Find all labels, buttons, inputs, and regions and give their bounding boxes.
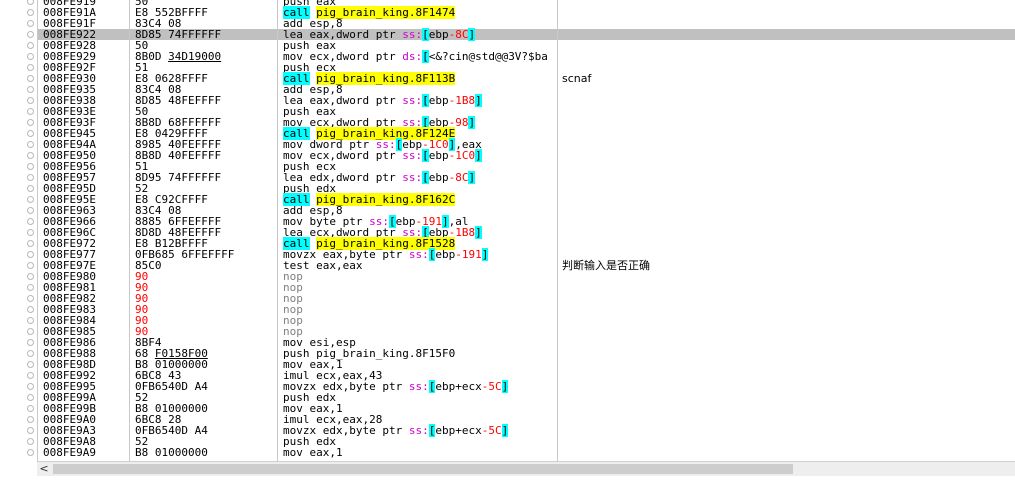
breakpoint-dot-icon[interactable]	[27, 141, 34, 148]
breakpoint-dot-icon[interactable]	[27, 229, 34, 236]
breakpoint-dot-icon[interactable]	[27, 262, 34, 269]
breakpoint-dot-icon[interactable]	[27, 251, 34, 258]
breakpoint-dot-icon[interactable]	[27, 416, 34, 423]
breakpoint-dot-icon[interactable]	[27, 207, 34, 214]
scrollbar-thumb[interactable]	[53, 464, 793, 474]
breakpoint-dot-icon[interactable]	[27, 218, 34, 225]
disassembly-row[interactable]: 008FE982 90 nop	[38, 293, 1015, 304]
comment-cell[interactable]: 判断输入是否正确	[562, 260, 650, 271]
disassembly-row[interactable]: 008FE922 8D85 74FFFFFF lea eax,dword ptr s…	[38, 28, 1015, 41]
disassembly-row[interactable]: 008FE99B B8 01000000 mov eax,1	[38, 403, 1015, 414]
disassembly-row[interactable]: 008FE977 0FB685 6FFEFFFF movzx eax,byte pt…	[38, 248, 1015, 261]
disassembly-listing[interactable]: 008FE919 50 push eax 008FE91A E8 552BFFFF cal…	[38, 0, 1015, 461]
breakpoint-dot-icon[interactable]	[27, 394, 34, 401]
breakpoint-dot-icon[interactable]	[27, 361, 34, 368]
disassembly-row[interactable]: 008FE995 0FB6540D A4 movzx edx,byte ptr ss…	[38, 380, 1015, 393]
scroll-left-arrow-icon[interactable]: <	[37, 462, 51, 476]
breakpoint-dot-icon[interactable]	[27, 86, 34, 93]
breakpoint-dot-icon[interactable]	[27, 284, 34, 291]
breakpoint-dot-icon[interactable]	[27, 383, 34, 390]
breakpoint-dot-icon[interactable]	[27, 339, 34, 346]
breakpoint-dot-icon[interactable]	[27, 273, 34, 280]
breakpoint-dot-icon[interactable]	[27, 328, 34, 335]
disassembly-row[interactable]: 008FE9A9 B8 01000000 mov eax,1	[38, 447, 1015, 458]
horizontal-scrollbar[interactable]: <	[37, 461, 1015, 476]
breakpoint-dot-icon[interactable]	[27, 185, 34, 192]
column-separator[interactable]	[557, 0, 558, 461]
disassembly-row[interactable]: 008FE930 E8 0628FFFF call pig_brain_king.8…	[38, 72, 1015, 85]
column-separator[interactable]	[277, 0, 278, 461]
breakpoint-dot-icon[interactable]	[27, 427, 34, 434]
breakpoint-dot-icon[interactable]	[27, 108, 34, 115]
breakpoint-dot-icon[interactable]	[27, 306, 34, 313]
breakpoint-dot-icon[interactable]	[27, 97, 34, 104]
breakpoint-dot-icon[interactable]	[27, 295, 34, 302]
breakpoint-dot-icon[interactable]	[27, 449, 34, 456]
disassembly-row[interactable]: 008FE91A E8 552BFFFF call pig_brain_king.8…	[38, 6, 1015, 19]
disassembly-row[interactable]: 008FE9A3 0FB6540D A4 movzx edx,byte ptr ss…	[38, 424, 1015, 437]
status-strip	[0, 476, 1015, 485]
breakpoint-dot-icon[interactable]	[27, 174, 34, 181]
breakpoint-dot-icon[interactable]	[27, 196, 34, 203]
disassembly-row[interactable]: 008FE950 8B8D 40FEFFFF mov ecx,dword ptr s…	[38, 149, 1015, 162]
breakpoint-dot-icon[interactable]	[27, 163, 34, 170]
breakpoint-dot-icon[interactable]	[27, 405, 34, 412]
breakpoint-dot-icon[interactable]	[27, 130, 34, 137]
breakpoint-dot-icon[interactable]	[27, 317, 34, 324]
disassembly-row[interactable]: 008FE938 8D85 48FEFFFF lea eax,dword ptr s…	[38, 94, 1015, 107]
disassembly-row[interactable]: 008FE980 90 nop	[38, 271, 1015, 282]
disassembly-row[interactable]: 008FE929 8B0D 34D19000 mov ecx,dword ptr d…	[38, 50, 1015, 63]
breakpoint-dot-icon[interactable]	[27, 438, 34, 445]
breakpoint-dot-icon[interactable]	[27, 240, 34, 247]
breakpoint-dot-icon[interactable]	[27, 0, 34, 5]
breakpoint-dot-icon[interactable]	[27, 20, 34, 27]
breakpoint-dot-icon[interactable]	[27, 31, 34, 38]
breakpoint-dot-icon[interactable]	[27, 64, 34, 71]
disassembly-row[interactable]: 008FE95E E8 C92CFFFF call pig_brain_king.8…	[38, 193, 1015, 206]
breakpoint-dot-icon[interactable]	[27, 75, 34, 82]
breakpoint-dot-icon[interactable]	[27, 119, 34, 126]
breakpoint-gutter[interactable]	[0, 0, 38, 461]
breakpoint-dot-icon[interactable]	[27, 350, 34, 357]
breakpoint-dot-icon[interactable]	[27, 372, 34, 379]
disassembly-row[interactable]: 008FE985 90 nop	[38, 326, 1015, 337]
breakpoint-dot-icon[interactable]	[27, 9, 34, 16]
disassembly-row[interactable]: 008FE983 90 nop	[38, 304, 1015, 315]
column-separator[interactable]	[129, 0, 130, 461]
instruction-cell[interactable]: mov eax,1	[283, 447, 343, 458]
breakpoint-dot-icon[interactable]	[27, 53, 34, 60]
comment-cell[interactable]: scnaf	[562, 73, 591, 84]
bytes-cell[interactable]: B8 01000000	[135, 447, 208, 458]
breakpoint-dot-icon[interactable]	[27, 152, 34, 159]
disassembly-row[interactable]: 008FE984 90 nop	[38, 315, 1015, 326]
breakpoint-dot-icon[interactable]	[27, 42, 34, 49]
disassembly-row[interactable]: 008FE97E 85C0 test eax,eax 判断输入是否正确	[38, 260, 1015, 271]
disassembly-row[interactable]: 008FE981 90 nop	[38, 282, 1015, 293]
disassembly-row[interactable]: 008FE957 8D95 74FFFFFF lea edx,dword ptr s…	[38, 171, 1015, 184]
disassembly-row[interactable]: 008FE98D B8 01000000 mov eax,1	[38, 359, 1015, 370]
address-cell[interactable]: 008FE9A9	[43, 447, 96, 458]
